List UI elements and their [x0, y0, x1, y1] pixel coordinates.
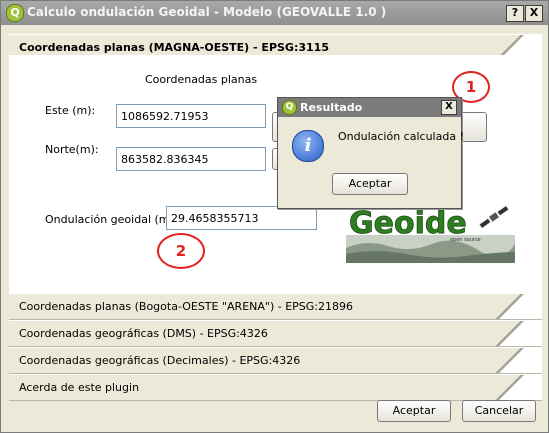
logo-subtext: open source: [450, 237, 481, 243]
ondulacion-output[interactable]: 29.4658355713: [166, 206, 317, 230]
dialog-close-button[interactable]: X: [441, 100, 457, 115]
help-button[interactable]: ?: [506, 5, 524, 22]
ondulacion-label: Ondulación geoidal (m):: [45, 213, 178, 226]
qgis-logo-icon: Q: [282, 100, 297, 115]
norte-label: Norte(m):: [45, 143, 99, 156]
title-bar[interactable]: Q Calculo ondulación Geoidal - Modelo (G…: [1, 1, 548, 25]
dialog-accept-button[interactable]: Aceptar: [332, 173, 408, 195]
panel-tab-edge: [480, 375, 542, 400]
dialog-title: Resultado: [300, 101, 363, 114]
annotation-circle-2: 2: [157, 233, 205, 269]
close-button[interactable]: X: [525, 5, 543, 22]
panel-tab-edge: [480, 294, 542, 319]
dialog-title-bar[interactable]: Q Resultado X: [278, 98, 461, 117]
este-label: Este (m):: [45, 104, 96, 117]
main-window: Q Calculo ondulación Geoidal - Modelo (G…: [0, 0, 549, 433]
logo-wordmark: Geoide: [349, 206, 467, 241]
norte-input[interactable]: 863582.836345: [116, 147, 266, 171]
panel-header-acerca[interactable]: Acerda de este plugin: [9, 374, 542, 401]
geoide-logo: Geoide open source: [346, 204, 515, 263]
window-title: Calculo ondulación Geoidal - Modelo (GEO…: [27, 5, 387, 19]
panel-header-label: Coordenadas geográficas (Decimales) - EP…: [19, 354, 301, 367]
panel-header-bogota-oeste[interactable]: Coordenadas planas (Bogota-OESTE "ARENA"…: [9, 293, 542, 320]
qgis-logo-icon: Q: [6, 4, 24, 22]
panel-tab-edge: [480, 321, 542, 346]
panel-tab-edge: [480, 348, 542, 373]
info-icon: i: [292, 130, 324, 162]
satellite-icon: [479, 205, 509, 229]
panel-header-geograficas-dms[interactable]: Coordenadas geográficas (DMS) - EPSG:432…: [9, 320, 542, 347]
cancel-button[interactable]: Cancelar: [462, 400, 536, 422]
geoide-logo-graphic: Geoide open source: [346, 205, 515, 263]
dialog-message: Ondulación calculada !: [338, 130, 464, 143]
panel-header-label: Acerda de este plugin: [19, 381, 140, 394]
panel-header-label: Coordenadas geográficas (DMS) - EPSG:432…: [19, 327, 268, 340]
accept-button[interactable]: Aceptar: [377, 400, 451, 422]
section-title: Coordenadas planas: [145, 73, 258, 86]
panel-header-geograficas-decimales[interactable]: Coordenadas geográficas (Decimales) - EP…: [9, 347, 542, 374]
result-dialog: Q Resultado X i Ondulación calculada ! A…: [277, 97, 464, 209]
este-input[interactable]: 1086592.71953: [116, 104, 266, 128]
panel-header-label: Coordenadas planas (MAGNA-OESTE) - EPSG:…: [19, 41, 329, 54]
panel-header-label: Coordenadas planas (Bogota-OESTE "ARENA"…: [19, 300, 354, 313]
